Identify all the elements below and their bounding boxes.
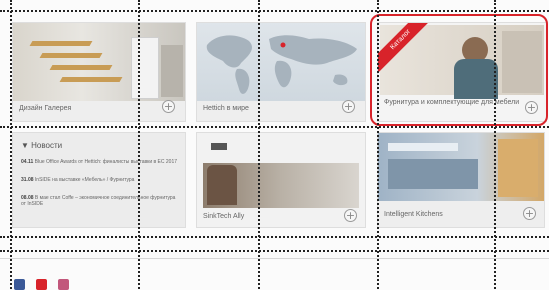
tile-caption: Intelligent Kitchens: [384, 211, 443, 218]
tile-design-gallery[interactable]: Дизайн Галерея +: [12, 22, 186, 122]
tile-intelligent-kitchens[interactable]: Intelligent Kitchens +: [377, 132, 545, 228]
sinktech-image: [203, 163, 359, 208]
instagram-icon[interactable]: [58, 279, 69, 290]
footer-divider: [0, 258, 549, 259]
tile-caption: Дизайн Галерея: [19, 105, 72, 112]
facebook-icon[interactable]: [14, 279, 25, 290]
expand-icon[interactable]: +: [344, 209, 357, 222]
news-item[interactable]: 31.08 InSIDE на выставке «Мебель» / Фурн…: [21, 177, 181, 183]
news-item[interactable]: 08.08 В мае стал Coffe – экономичное сое…: [21, 195, 181, 207]
kitchen-image: [378, 133, 544, 201]
youtube-icon[interactable]: [36, 279, 47, 290]
world-map-image: [197, 23, 365, 101]
hettich-logo-icon: [211, 143, 227, 150]
expand-icon[interactable]: +: [523, 207, 536, 220]
catalog-highlight-outline: [370, 14, 548, 126]
expand-icon[interactable]: +: [342, 100, 355, 113]
expand-icon[interactable]: +: [162, 100, 175, 113]
tile-caption: SinkTech Ally: [203, 213, 245, 220]
news-item[interactable]: 04.11 Blue Office Awards от Hettich: фин…: [21, 159, 181, 165]
tile-world-map[interactable]: Hettich в мире +: [196, 22, 366, 122]
news-title: ▼ Новости: [21, 141, 63, 150]
staircase-image: [13, 23, 185, 101]
news-panel: ▼ Новости 04.11 Blue Office Awards от He…: [12, 132, 186, 228]
tile-caption: Hettich в мире: [203, 105, 249, 112]
tile-sinktech[interactable]: SinkTech Ally +: [196, 132, 366, 228]
